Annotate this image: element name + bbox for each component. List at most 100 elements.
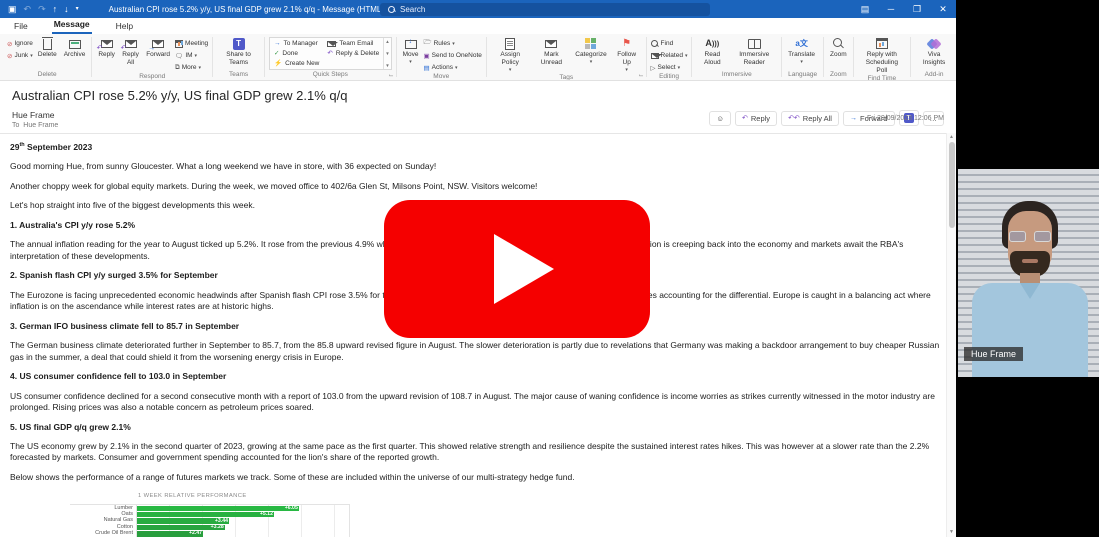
tab-file[interactable]: File — [12, 19, 30, 34]
group-label-zoom: Zoom — [828, 71, 849, 80]
quick-step-reply-delete[interactable]: ↶Reply & Delete — [327, 49, 379, 57]
section-heading-5: 5. US final GDP q/q grew 2.1% — [10, 422, 942, 433]
dialog-launcher-icon[interactable]: ⌙ — [389, 72, 394, 79]
reply-all-arrow-icon: ↶↶ — [788, 114, 800, 122]
assign-policy-button[interactable]: Assign Policy▾ — [491, 36, 530, 74]
recipient-line: To Hue Frame — [12, 122, 58, 129]
create-new-icon: ⚡ — [274, 59, 282, 67]
window-title: Australian CPI rose 5.2% y/y, US final G… — [109, 5, 384, 14]
section-text-3: The German business climate deteriorated… — [10, 340, 942, 363]
scrollbar-thumb[interactable] — [949, 142, 955, 228]
body-date-heading: 29th September 2023 — [10, 142, 942, 153]
rules-button[interactable]: 🗁Rules▾ — [424, 38, 482, 49]
forward-button[interactable]: →Forward — [144, 36, 172, 60]
quick-steps-scroll[interactable]: ▲▼▼ — [383, 38, 390, 69]
ribbon-group-quick-steps: →To Manager ✓Done ⚡Create New Team Email… — [266, 34, 395, 80]
reply-delete-icon: ↶ — [327, 49, 332, 57]
recipient-name[interactable]: Hue Frame — [23, 122, 58, 129]
im-button[interactable]: 🗨IM▾ — [175, 50, 208, 61]
ribbon-group-move: Move▾ 🗁Rules▾ ▣Send to OneNote ▤Actions▾… — [398, 34, 485, 80]
ignore-button[interactable]: ⊘Ignore — [7, 38, 33, 49]
dialog-launcher-icon[interactable]: ⌙ — [639, 72, 644, 79]
quick-step-team-email[interactable]: Team Email — [327, 40, 379, 47]
next-item-icon[interactable]: ↓ — [64, 5, 69, 14]
junk-button[interactable]: ⊘Junk▾ — [7, 50, 33, 61]
minimize-button[interactable]: ─ — [878, 0, 904, 18]
restore-button[interactable]: ❐ — [904, 0, 930, 18]
previous-item-icon[interactable]: ↑ — [53, 5, 58, 14]
viva-insights-button[interactable]: Viva Insights — [915, 36, 953, 68]
scroll-up-icon[interactable]: ▲ — [949, 134, 954, 140]
scroll-down-icon[interactable]: ▼ — [949, 529, 954, 535]
title-bar: ▣ ↶ ↷ ↑ ↓ ▾ Australian CPI rose 5.2% y/y… — [0, 0, 956, 18]
close-button[interactable]: ✕ — [930, 0, 956, 18]
send-to-onenote-button[interactable]: ▣Send to OneNote — [424, 50, 482, 61]
select-button[interactable]: ▷Select▾ — [651, 62, 688, 73]
ribbon-divider — [781, 37, 782, 77]
to-manager-icon: → — [274, 40, 281, 47]
futures-performance-chart: 1 WEEK RELATIVE PERFORMANCE Lumber+6.05O… — [70, 493, 350, 537]
team-email-icon — [327, 41, 336, 47]
archive-icon — [69, 40, 81, 49]
group-label-editing: Editing — [651, 73, 688, 81]
reply-with-scheduling-poll-button[interactable]: Reply with Scheduling Poll — [858, 36, 907, 75]
chart-bar: +5.12 — [137, 512, 274, 517]
ribbon-divider — [212, 37, 213, 77]
zoom-button[interactable]: Zoom — [828, 36, 849, 60]
reply-all-action-button[interactable]: ↶↶Reply All — [781, 111, 839, 126]
meeting-button[interactable]: Meeting — [175, 38, 208, 49]
quick-step-create-new[interactable]: ⚡Create New — [274, 59, 319, 67]
immersive-reader-icon — [748, 39, 761, 49]
chart-bar: +2.47 — [137, 531, 203, 536]
body-paragraph-below: Below shows the performance of a range o… — [10, 472, 942, 483]
reply-arrow-icon: ↶ — [742, 114, 748, 122]
undo-icon[interactable]: ↶ — [24, 5, 32, 14]
ribbon-display-options-icon[interactable]: ▤ — [852, 0, 878, 18]
redo-icon[interactable]: ↷ — [38, 5, 46, 14]
more-respond-button[interactable]: ⧉More▾ — [175, 62, 208, 73]
delete-button[interactable]: Delete — [36, 36, 59, 60]
message-subject: Australian CPI rose 5.2% y/y, US final G… — [12, 88, 944, 103]
search-input[interactable]: Search — [380, 3, 710, 16]
zoom-icon — [833, 38, 844, 49]
move-button[interactable]: Move▾ — [401, 36, 421, 66]
archive-button[interactable]: Archive — [62, 36, 88, 60]
reply-all-button[interactable]: ↶Reply All — [120, 36, 141, 68]
reply-button[interactable]: ↶Reply — [96, 36, 117, 60]
body-paragraph: Good morning Hue, from sunny Gloucester.… — [10, 161, 942, 172]
quick-step-done[interactable]: ✓Done — [274, 49, 319, 57]
tab-message[interactable]: Message — [52, 17, 92, 34]
categorize-button[interactable]: Categorize▾ — [573, 36, 608, 66]
sender-name[interactable]: Hue Frame — [12, 110, 58, 120]
related-button[interactable]: Related▾ — [651, 50, 688, 61]
ribbon-divider — [91, 37, 92, 77]
vertical-scrollbar[interactable]: ▲ ▼ — [946, 133, 956, 537]
scheduling-poll-icon — [876, 38, 888, 49]
presenter-webcam-video: Hue Frame — [958, 169, 1099, 377]
ribbon-divider — [910, 37, 911, 77]
move-folder-icon — [405, 40, 417, 49]
share-to-teams-button[interactable]: TShare to Teams — [217, 36, 260, 68]
group-label-tags: Tags — [491, 74, 642, 81]
ribbon-divider — [264, 37, 265, 77]
find-button[interactable]: Find — [651, 38, 688, 49]
quick-step-to-manager[interactable]: →To Manager — [274, 40, 319, 47]
video-play-button[interactable] — [384, 200, 650, 338]
read-aloud-button[interactable]: A)))Read Aloud — [696, 36, 728, 68]
translate-button[interactable]: a文Translate▾ — [786, 36, 817, 66]
tab-help[interactable]: Help — [114, 19, 135, 34]
viva-insights-icon — [928, 39, 940, 49]
ribbon-group-delete: ⊘Ignore ⊘Junk▾ Delete Archive Delete — [4, 34, 90, 80]
find-icon — [651, 40, 659, 48]
mark-unread-button[interactable]: Mark Unread — [533, 36, 571, 68]
window-controls: ▤ ─ ❐ ✕ — [852, 0, 956, 18]
actions-button[interactable]: ▤Actions▾ — [424, 62, 482, 73]
follow-up-button[interactable]: ⚑Follow Up▾ — [612, 36, 642, 74]
sender-block: Hue Frame To Hue Frame — [12, 110, 58, 129]
emoji-reaction-button[interactable]: ☺ — [709, 111, 731, 126]
reply-action-button[interactable]: ↶Reply — [735, 111, 777, 126]
immersive-reader-button[interactable]: Immersive Reader — [731, 36, 777, 68]
save-icon[interactable]: ▣ — [8, 5, 17, 14]
chart-bar: +6.05 — [137, 506, 299, 511]
customize-toolbar-icon[interactable]: ▾ — [76, 6, 79, 12]
